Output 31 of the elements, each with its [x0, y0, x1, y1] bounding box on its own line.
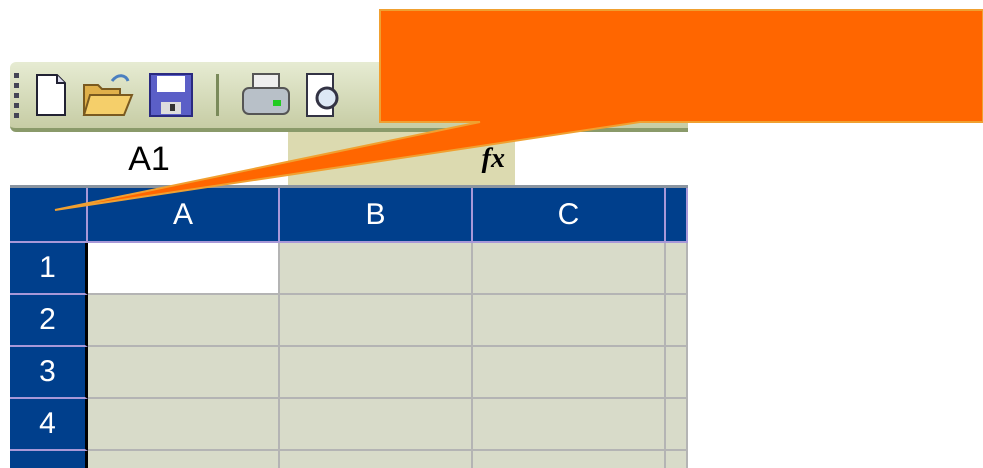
- folder-icon[interactable]: [82, 71, 134, 119]
- row-header[interactable]: 4: [10, 399, 88, 451]
- cell[interactable]: [88, 243, 280, 295]
- row-header[interactable]: 3: [10, 347, 88, 399]
- toolbar-separator: [216, 74, 219, 116]
- column-header[interactable]: B: [280, 188, 473, 243]
- cell[interactable]: [473, 399, 666, 451]
- cell[interactable]: [666, 243, 688, 295]
- select-all-corner[interactable]: [10, 188, 88, 243]
- insert-function-button[interactable]: fx: [482, 144, 505, 172]
- cell[interactable]: [473, 295, 666, 347]
- cell[interactable]: [280, 243, 473, 295]
- column-header[interactable]: A: [88, 188, 280, 243]
- row-header[interactable]: 1: [10, 243, 88, 295]
- cell[interactable]: [88, 295, 280, 347]
- cell[interactable]: [666, 347, 688, 399]
- cell[interactable]: [88, 347, 280, 399]
- cell[interactable]: [473, 347, 666, 399]
- cell[interactable]: [280, 399, 473, 451]
- printer-icon[interactable]: [241, 72, 291, 118]
- cell[interactable]: [666, 399, 688, 451]
- cell[interactable]: [88, 399, 280, 451]
- column-header[interactable]: [666, 188, 688, 243]
- toolbar-grip-icon[interactable]: [14, 71, 20, 119]
- cell[interactable]: [666, 295, 688, 347]
- cell[interactable]: [280, 295, 473, 347]
- column-header[interactable]: C: [473, 188, 666, 243]
- row-header[interactable]: 2: [10, 295, 88, 347]
- cell[interactable]: [280, 347, 473, 399]
- cell[interactable]: [473, 243, 666, 295]
- new-document-icon[interactable]: [34, 73, 68, 117]
